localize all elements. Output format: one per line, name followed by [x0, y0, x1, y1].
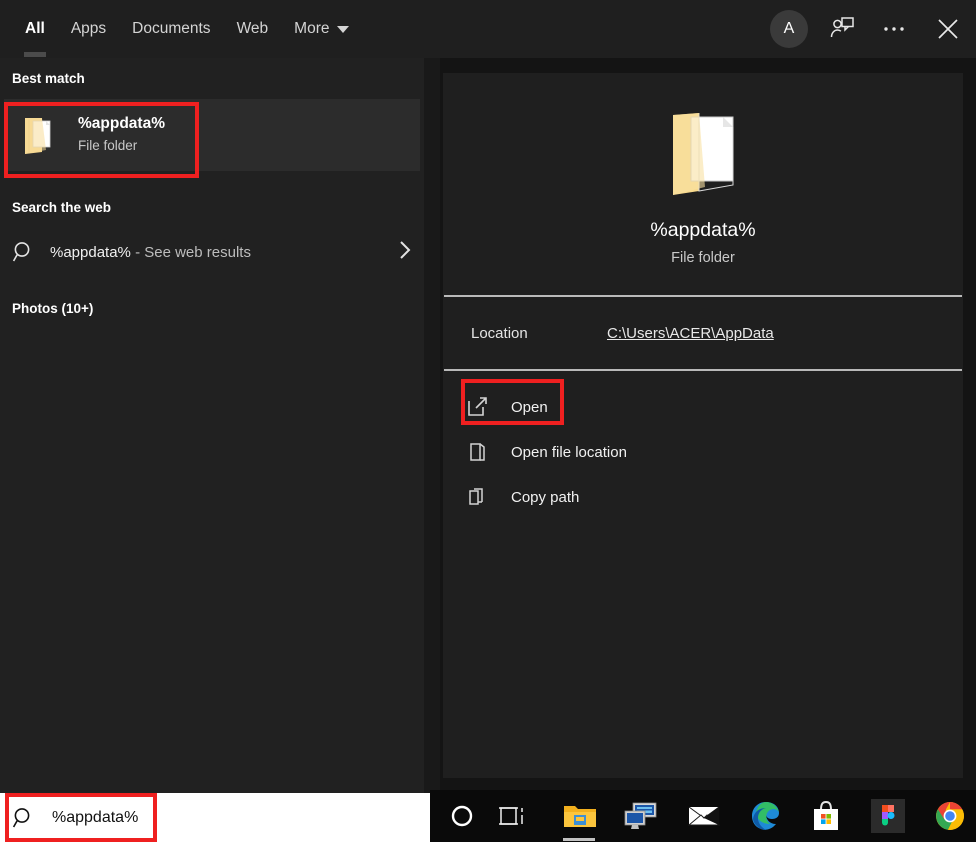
action-open-file-location-label: Open file location — [511, 443, 627, 461]
person-feedback-icon — [830, 17, 854, 38]
figma-icon — [871, 799, 905, 833]
search-icon — [12, 242, 30, 262]
taskbar-task-view-button[interactable] — [488, 790, 536, 842]
search-input-value: %appdata% — [52, 808, 139, 826]
chrome-icon — [936, 802, 964, 830]
chevron-right-icon[interactable] — [398, 240, 412, 265]
taskbar-microsoft-store-button[interactable] — [802, 790, 850, 842]
search-the-web-heading: Search the web — [12, 200, 112, 215]
search-icon — [12, 807, 30, 827]
location-link[interactable]: C:\Users\ACER\AppData — [607, 325, 774, 342]
web-result-query: %appdata% — [50, 243, 131, 261]
location-row: Location C:\Users\ACER\AppData — [443, 297, 963, 369]
header-actions: A — [764, 0, 976, 58]
preview-pane: %appdata% File folder Location C:\Users\… — [440, 58, 976, 793]
action-copy-path-label: Copy path — [511, 488, 580, 506]
taskbar-figma-button[interactable] — [864, 790, 912, 842]
tab-web-label: Web — [236, 20, 269, 37]
best-match-subtitle: File folder — [78, 138, 138, 153]
action-copy-path[interactable]: Copy path — [443, 477, 963, 517]
folder-outline-icon — [470, 443, 485, 461]
preview-card: %appdata% File folder Location C:\Users\… — [443, 73, 963, 778]
preview-title: %appdata% — [650, 218, 756, 241]
tab-documents-label: Documents — [132, 20, 211, 37]
cortana-icon — [451, 805, 473, 827]
chevron-down-icon — [337, 25, 350, 33]
close-button[interactable] — [920, 0, 976, 58]
remote-desktop-icon — [624, 802, 657, 829]
tab-more-label: More — [294, 20, 330, 37]
task-view-icon — [499, 807, 523, 825]
search-input[interactable]: %appdata% — [0, 793, 430, 842]
web-result-row[interactable]: %appdata% - See web results — [0, 228, 424, 276]
windows-search-screen: All Apps Documents Web More A Best match… — [0, 0, 976, 842]
action-open-file-location[interactable]: Open file location — [443, 432, 963, 472]
photos-heading: Photos (10+) — [12, 301, 94, 316]
best-match-heading: Best match — [12, 71, 85, 86]
tab-web[interactable]: Web — [224, 0, 282, 58]
taskbar-mail-button[interactable] — [680, 790, 728, 842]
preview-subtitle: File folder — [671, 249, 735, 266]
best-match-text: %appdata% File folder — [78, 114, 165, 156]
account-button[interactable]: A — [764, 0, 814, 58]
folder-with-document-icon — [673, 112, 734, 195]
copy-pages-icon — [469, 488, 483, 505]
tab-all[interactable]: All — [12, 0, 58, 58]
best-match-row[interactable]: %appdata% File folder — [4, 99, 420, 171]
close-icon — [938, 19, 958, 39]
taskbar-file-explorer-button[interactable] — [556, 790, 604, 842]
ellipsis-icon — [884, 27, 904, 31]
action-open-label: Open — [511, 398, 548, 416]
edge-icon — [752, 802, 779, 830]
avatar-letter: A — [783, 20, 795, 37]
web-result-suffix: - See web results — [130, 243, 251, 261]
mail-icon — [688, 806, 720, 826]
results-pane: Best match %appdata% File folder Search … — [0, 58, 424, 793]
tab-apps[interactable]: Apps — [58, 0, 119, 58]
taskbar-remote-desktop-button[interactable] — [616, 790, 664, 842]
taskbar-active-indicator — [563, 838, 595, 841]
microsoft-store-icon — [814, 800, 838, 830]
tab-all-label: All — [25, 20, 45, 37]
taskbar-chrome-button[interactable] — [926, 790, 974, 842]
tab-documents[interactable]: Documents — [119, 0, 223, 58]
avatar: A — [770, 10, 808, 48]
action-open[interactable]: Open — [443, 387, 963, 427]
tab-more[interactable]: More — [281, 0, 362, 58]
taskbar-cortana-button[interactable] — [438, 790, 486, 842]
preview-hero: %appdata% File folder — [443, 73, 963, 295]
file-explorer-icon — [564, 806, 596, 827]
tab-apps-label: Apps — [70, 20, 107, 37]
more-options-button[interactable] — [870, 0, 920, 58]
search-header: All Apps Documents Web More A — [0, 0, 976, 58]
best-match-title: %appdata% — [78, 115, 165, 132]
folder-with-document-icon — [25, 118, 51, 154]
search-filter-tabs: All Apps Documents Web More — [0, 0, 362, 58]
feedback-button[interactable] — [814, 0, 870, 58]
preview-actions: Open Open file location Copy path — [443, 371, 963, 517]
taskbar — [430, 790, 976, 842]
open-external-icon — [468, 397, 487, 416]
taskbar-edge-button[interactable] — [742, 790, 790, 842]
web-result-label: %appdata% - See web results — [50, 244, 251, 261]
location-label: Location — [471, 324, 528, 342]
